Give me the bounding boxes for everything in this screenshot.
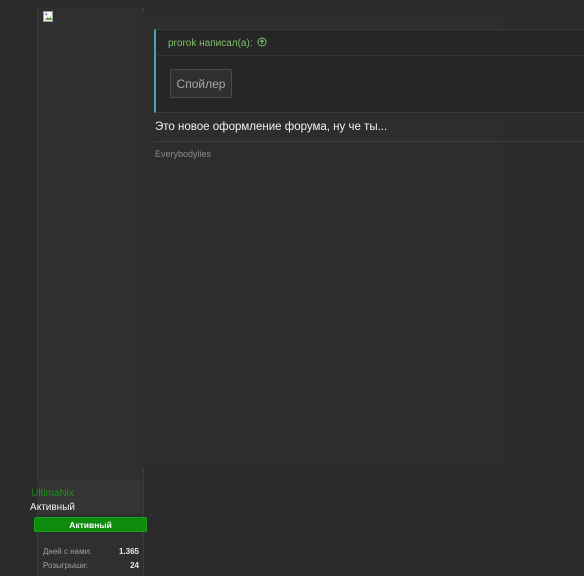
user-title: Активный [30, 502, 75, 513]
stat-value: 24 [130, 561, 139, 570]
user-banner: Активный [34, 517, 147, 532]
stat-row: Розыгрыши: 24 [43, 561, 139, 570]
quote-block: prorok написал(а): Спойлер [154, 29, 584, 113]
quote-divider [156, 55, 584, 56]
message-text: Это новое оформление форума, ну че ты... [155, 121, 388, 133]
spoiler-button[interactable]: Спойлер [170, 69, 232, 98]
stat-value: 1.365 [118, 547, 139, 556]
stat-label: Дней с нами: [43, 547, 92, 556]
stat-row: Дней с нами: 1.365 [43, 547, 139, 556]
jump-to-post-icon[interactable] [257, 37, 267, 50]
signature: Everybodylies [155, 149, 212, 159]
avatar-broken-image-icon[interactable] [43, 11, 55, 23]
stat-label: Розыгрыши: [43, 561, 88, 570]
quote-header[interactable]: prorok написал(а): [168, 37, 267, 50]
signature-divider [154, 141, 584, 142]
quote-author[interactable]: prorok написал(а): [168, 38, 253, 49]
message-pointer [136, 24, 142, 36]
username[interactable]: UltimaNix [0, 488, 105, 499]
